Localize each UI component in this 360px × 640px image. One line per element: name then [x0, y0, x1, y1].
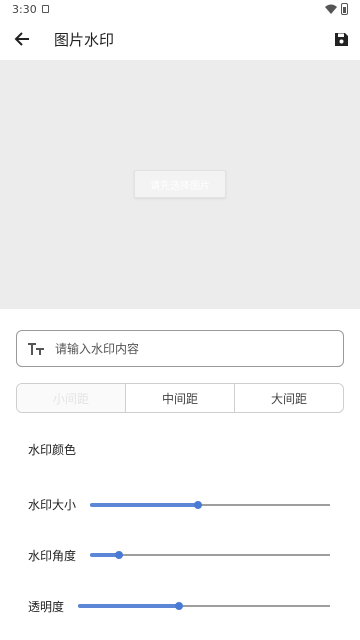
back-arrow-icon: [14, 32, 29, 46]
slider-thumb[interactable]: [194, 501, 202, 509]
settings-panel: 小间距 中间距 大间距 水印颜色 水印大小 水印角度 透明度: [0, 309, 360, 640]
back-button[interactable]: [10, 27, 34, 51]
watermark-angle-label: 水印角度: [28, 549, 77, 563]
save-button[interactable]: [330, 28, 352, 50]
opacity-label: 透明度: [28, 600, 65, 614]
status-time: 3:30: [12, 3, 37, 16]
battery-icon: [341, 3, 348, 15]
slider-thumb[interactable]: [114, 551, 123, 559]
wifi-icon: [325, 4, 337, 14]
save-icon: [334, 32, 348, 46]
watermark-color-label[interactable]: 水印颜色: [28, 441, 76, 458]
spacing-small-option[interactable]: 小间距: [17, 384, 125, 412]
watermark-size-label: 水印大小: [28, 498, 77, 512]
status-bar: 3:30: [0, 0, 360, 18]
page-title: 图片水印: [54, 31, 115, 49]
spacing-selector: 小间距 中间距 大间距: [16, 383, 344, 413]
text-format-icon: [28, 343, 44, 355]
notification-icon: [42, 5, 49, 13]
watermark-text-input[interactable]: [55, 335, 335, 363]
spacing-medium-option[interactable]: 中间距: [125, 384, 234, 412]
select-image-button[interactable]: 请先选择图片: [134, 170, 226, 198]
app-bar: 图片水印: [0, 18, 360, 60]
watermark-angle-slider[interactable]: [90, 548, 330, 562]
watermark-input-box[interactable]: [16, 330, 344, 367]
opacity-slider[interactable]: [78, 599, 330, 613]
spacing-large-option[interactable]: 大间距: [234, 384, 343, 412]
watermark-size-slider[interactable]: [90, 498, 330, 512]
slider-thumb[interactable]: [174, 602, 183, 610]
image-preview: 请先选择图片: [0, 60, 360, 309]
